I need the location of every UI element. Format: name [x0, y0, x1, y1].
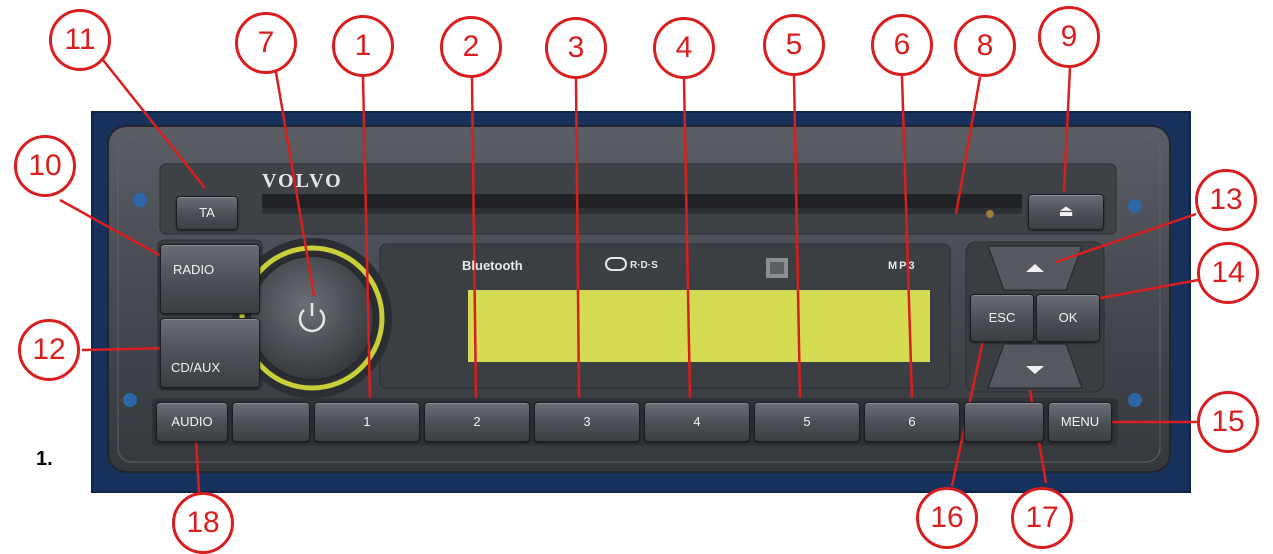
radio-diagram: VOLVO Bluetooth R·D·S MP3 TA ⏏ RADIO CD/…: [0, 0, 1273, 554]
preset-1-label: 1: [363, 414, 371, 429]
cdaux-button[interactable]: CD/AUX: [160, 318, 260, 388]
preset-3-button[interactable]: 3: [534, 402, 640, 442]
mount-hole-br: [1128, 393, 1142, 407]
preset-4-label: 4: [693, 414, 701, 429]
mount-hole-tr: [1128, 199, 1142, 213]
callout-1: 1: [332, 15, 394, 77]
callout-5: 5: [763, 14, 825, 76]
cdaux-button-label: CD/AUX: [171, 360, 221, 375]
preset-5-button[interactable]: 5: [754, 402, 860, 442]
mp3-icon: MP3: [888, 260, 917, 272]
callout-18: 18: [172, 492, 234, 554]
preset-1-button[interactable]: 1: [314, 402, 420, 442]
callout-14: 14: [1197, 242, 1259, 304]
preset-5-label: 5: [803, 414, 811, 429]
callout-11: 11: [49, 9, 111, 71]
power-knob: [249, 255, 375, 381]
menu-button[interactable]: MENU: [1048, 402, 1112, 442]
preset-3-label: 3: [583, 414, 591, 429]
ta-button[interactable]: TA: [176, 196, 238, 230]
callout-6: 6: [871, 14, 933, 76]
mount-hole-bl: [123, 393, 137, 407]
preset-2-button[interactable]: 2: [424, 402, 530, 442]
blank-button-right[interactable]: [964, 402, 1044, 442]
eject-button[interactable]: ⏏: [1028, 194, 1104, 230]
eject-icon: ⏏: [1058, 203, 1074, 220]
radio-button-label: RADIO: [173, 262, 215, 277]
callout-17: 17: [1011, 487, 1073, 549]
preset-4-button[interactable]: 4: [644, 402, 750, 442]
radio-button[interactable]: RADIO: [160, 244, 260, 314]
ok-button[interactable]: OK: [1036, 294, 1100, 342]
ta-button-label: TA: [199, 205, 215, 220]
lcd-screen: [468, 290, 930, 362]
figure-label: 1.: [36, 448, 53, 470]
callout-16: 16: [916, 487, 978, 549]
esc-button-label: ESC: [988, 310, 1016, 325]
callout-9: 9: [1038, 6, 1100, 68]
callout-8: 8: [954, 15, 1016, 77]
ok-button-label: OK: [1058, 310, 1078, 325]
callout-7: 7: [235, 12, 297, 74]
callout-15: 15: [1197, 391, 1259, 453]
callout-10: 10: [14, 135, 76, 197]
audio-button-label: AUDIO: [171, 414, 213, 429]
callout-13: 13: [1195, 169, 1257, 231]
volvo-logo: VOLVO: [262, 170, 343, 192]
callout-4: 4: [653, 17, 715, 79]
rds-icon: R·D·S: [630, 260, 658, 271]
callout-2: 2: [440, 16, 502, 78]
callout-12: 12: [18, 319, 80, 381]
bluetooth-icon: Bluetooth: [462, 258, 523, 273]
blank-button-left[interactable]: [232, 402, 310, 442]
preset-6-button[interactable]: 6: [864, 402, 960, 442]
up-button[interactable]: [1004, 246, 1066, 290]
preset-2-label: 2: [473, 414, 481, 429]
esc-button[interactable]: ESC: [970, 294, 1034, 342]
callout-3: 3: [545, 17, 607, 79]
audio-button[interactable]: AUDIO: [156, 402, 228, 442]
rds-logo-icon: [605, 257, 627, 271]
down-button[interactable]: [1004, 344, 1066, 388]
cd-slot: [262, 194, 1022, 208]
menu-button-label: MENU: [1060, 414, 1100, 429]
preset-6-label: 6: [908, 414, 916, 429]
mount-hole-tl: [133, 193, 147, 207]
